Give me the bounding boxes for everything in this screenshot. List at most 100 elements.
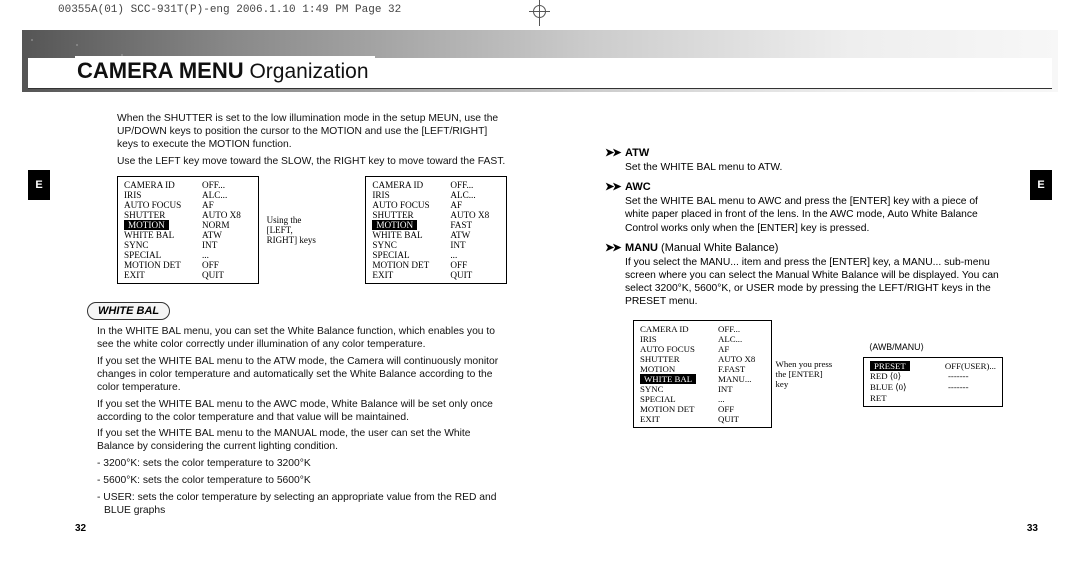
menu-label: WHITE BAL [640, 374, 696, 384]
print-meta: 00355A(01) SCC-931T(P)-eng 2006.1.10 1:4… [58, 4, 401, 16]
menu-row: IRIS ALC... [640, 334, 765, 344]
menu-value: AF [450, 200, 462, 210]
side-tab-right: E [1030, 170, 1052, 200]
menu-label: SYNC [372, 240, 397, 250]
menu-row: SYNCINT [640, 384, 765, 394]
menu-label: EXIT [640, 414, 660, 424]
menu-block-c: CAMERA ID OFF... IRIS ALC... AUTO FOCUS AFSHU… [633, 320, 772, 428]
menu-label: SYNC [124, 240, 149, 250]
menu-row: CAMERA ID OFF... [372, 180, 500, 190]
wb-bullet-2: - 5600°K: sets the color temperature to … [97, 475, 507, 488]
menu-value: INT [450, 240, 465, 250]
menu-value: ALC... [202, 190, 227, 200]
menu-label: RED ⟨0⟩ [870, 371, 901, 381]
menu-row: WHITE BAL MANU... [640, 374, 765, 384]
wb-bullet-3: - USER: sets the color temperature by se… [104, 492, 507, 518]
menu-label: RET [870, 393, 887, 403]
menu-row: WHITE BALATW [124, 230, 252, 240]
awc-body: Set the WHITE BAL menu to AWC and press … [625, 195, 1003, 235]
menu-row: MOTION DETOFF [372, 260, 500, 270]
menu-value: MANU... [718, 374, 751, 384]
menu-value: ------- [948, 382, 969, 393]
menu-label: MOTION DET [372, 260, 429, 270]
menu-row: AUTO FOCUS AF [372, 200, 500, 210]
wb-para-3: If you set the WHITE BAL menu to the AWC… [97, 399, 507, 425]
menu-row: CAMERA IDOFF... [124, 180, 252, 190]
menu-value: ------- [948, 371, 969, 382]
menu-row: SHUTTERAUTO X8 [372, 210, 500, 220]
menu-row: MOTION NORM [124, 220, 252, 230]
menu-value: ATW [450, 230, 470, 240]
menu-label: IRIS [640, 334, 657, 344]
manu-menu-pair: CAMERA ID OFF... IRIS ALC... AUTO FOCUS AFSHU… [633, 320, 1003, 428]
arrow-icon: ➤➤ [605, 146, 621, 159]
menu-label: AUTO FOCUS [124, 200, 181, 210]
awc-heading: ➤➤AWC [605, 180, 1003, 193]
menu-value: OFF... [450, 180, 473, 190]
menu-value: OFF... [202, 180, 225, 190]
right-column: ➤➤ATW Set the WHITE BAL menu to ATW. ➤➤A… [625, 140, 1003, 428]
wb-para-4: If you set the WHITE BAL menu to the MAN… [97, 428, 507, 454]
menu-label: MOTION [124, 220, 169, 230]
menu-label: MOTION [640, 364, 675, 374]
menu-label: WHITE BAL [372, 230, 422, 240]
menu-row: RED ⟨0⟩ ------- [870, 371, 996, 382]
menu-row: AUTO FOCUS AF [640, 344, 765, 354]
menu-value: AF [718, 344, 729, 354]
menu-label: EXIT [124, 270, 145, 280]
intro-para-2: Use the LEFT key move toward the SLOW, t… [117, 156, 507, 169]
title-strong: CAMERA MENU [77, 58, 244, 83]
menu-row: SPECIAL... [372, 250, 500, 260]
menu-row: BLUE ⟨0⟩------- [870, 382, 996, 393]
crop-mark-top [520, 0, 560, 26]
keys-note: Using the [LEFT, RIGHT] keys [267, 215, 322, 245]
atw-heading: ➤➤ATW [605, 146, 1003, 159]
menu-value: NORM [202, 220, 230, 230]
side-tab-left: E [28, 170, 50, 200]
menu-row: SHUTTERAUTO X8 [640, 354, 765, 364]
awb-head: ⟨AWB/MANU⟩ [869, 342, 1003, 353]
menu-label: PRESET [870, 361, 910, 371]
menu-value: QUIT [450, 270, 472, 280]
manu-body: If you select the MANU... item and press… [625, 256, 1003, 309]
page-number-left: 32 [75, 523, 86, 534]
menu-row: SYNC INT [372, 240, 500, 250]
menu-block-d: PRESETOFF(USER)...RED ⟨0⟩-------BLUE ⟨0⟩… [863, 357, 1003, 407]
menu-value: AUTO X8 [718, 354, 755, 364]
wb-bullet-1: - 3200°K: sets the color temperature to … [97, 458, 507, 471]
menu-label: CAMERA ID [372, 180, 423, 190]
page-title: CAMERA MENU Organization [75, 56, 375, 86]
menu-value: ALC... [718, 334, 742, 344]
menu-label: MOTION DET [124, 260, 181, 270]
menu-row: AUTO FOCUSAF [124, 200, 252, 210]
menu-value: ... [202, 250, 209, 260]
menu-label: SPECIAL [124, 250, 161, 260]
menu-value: ... [718, 394, 725, 404]
menu-row: SPECIAL... [640, 394, 765, 404]
manu-heading: ➤➤MANU (Manual White Balance) [605, 241, 1003, 254]
menu-label: CAMERA ID [640, 324, 689, 334]
menu-value: ALC... [450, 190, 475, 200]
menu-value: INT [202, 240, 217, 250]
menu-label: AUTO FOCUS [372, 200, 429, 210]
menu-row: RET [870, 393, 996, 403]
wb-para-2: If you set the WHITE BAL menu to the ATW… [97, 356, 507, 395]
arrow-icon: ➤➤ [605, 241, 621, 254]
menu-label: MOTION DET [640, 404, 694, 414]
menu-row: IRISALC... [372, 190, 500, 200]
menu-row: MOTION DET OFF [640, 404, 765, 414]
menu-row: WHITE BAL ATW [372, 230, 500, 240]
menu-row: SHUTTERAUTO X8 [124, 210, 252, 220]
menu-label: SYNC [640, 384, 663, 394]
page-number-right: 33 [1027, 523, 1038, 534]
menu-value: FAST [450, 220, 472, 230]
menu-row: MOTION FAST [372, 220, 500, 230]
menu-label: MOTION [372, 220, 417, 230]
menu-row: EXITQUIT [124, 270, 252, 280]
menu-value: ... [450, 250, 457, 260]
atw-body: Set the WHITE BAL menu to ATW. [625, 161, 1003, 174]
menu-label: IRIS [124, 190, 141, 200]
menu-value: OFF [718, 404, 734, 414]
menu-row: IRIS ALC... [124, 190, 252, 200]
menu-label: AUTO FOCUS [640, 344, 695, 354]
